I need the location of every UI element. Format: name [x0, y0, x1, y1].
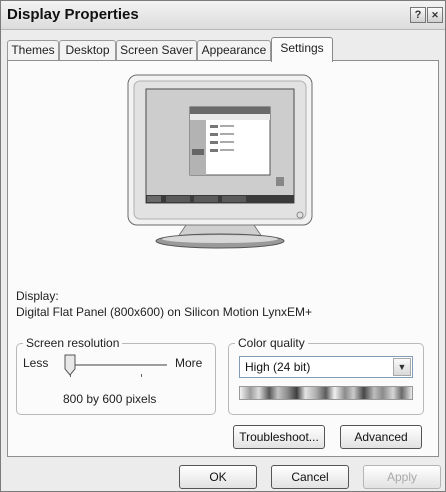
- chevron-down-icon[interactable]: ▼: [393, 358, 411, 376]
- advanced-button[interactable]: Advanced: [340, 425, 422, 449]
- monitor-preview: [127, 74, 313, 249]
- settings-panel: Display: Digital Flat Panel (800x600) on…: [7, 60, 439, 457]
- color-quality-selected: High (24 bit): [245, 360, 311, 374]
- slider-tick: [141, 374, 142, 377]
- tab-appearance[interactable]: Appearance: [197, 40, 271, 60]
- tab-desktop[interactable]: Desktop: [59, 40, 116, 60]
- display-label: Display:: [16, 289, 59, 303]
- tab-strip: Themes Desktop Screen Saver Appearance S…: [7, 37, 439, 62]
- title-bar[interactable]: Display Properties ? ✕: [1, 1, 445, 30]
- ok-button[interactable]: OK: [179, 465, 257, 489]
- display-properties-dialog: Display Properties ? ✕ Themes Desktop Sc…: [0, 0, 446, 492]
- resolution-slider-thumb[interactable]: [64, 354, 76, 376]
- help-button[interactable]: ?: [410, 7, 426, 23]
- color-quality-dropdown[interactable]: High (24 bit) ▼: [239, 356, 413, 378]
- tab-themes[interactable]: Themes: [7, 40, 59, 60]
- resolution-more-label: More: [175, 356, 203, 370]
- screen-resolution-legend: Screen resolution: [23, 336, 123, 350]
- tab-settings[interactable]: Settings: [271, 37, 333, 62]
- troubleshoot-button[interactable]: Troubleshoot...: [233, 425, 325, 449]
- resolution-slider-track[interactable]: [69, 364, 167, 367]
- tab-screen-saver[interactable]: Screen Saver: [116, 40, 197, 60]
- color-quality-group: Color quality High (24 bit) ▼: [228, 336, 424, 415]
- screen-resolution-group: Screen resolution Less More 800 by 600 p…: [16, 336, 216, 415]
- display-device: Digital Flat Panel (800x600) on Silicon …: [16, 305, 313, 319]
- color-quality-legend: Color quality: [235, 336, 308, 350]
- apply-button[interactable]: Apply: [363, 465, 441, 489]
- window-title: Display Properties: [7, 6, 139, 23]
- cancel-button[interactable]: Cancel: [271, 465, 349, 489]
- resolution-value: 800 by 600 pixels: [63, 392, 157, 406]
- resolution-less-label: Less: [23, 356, 49, 370]
- close-button[interactable]: ✕: [427, 7, 443, 23]
- color-quality-preview-bar: [239, 386, 413, 400]
